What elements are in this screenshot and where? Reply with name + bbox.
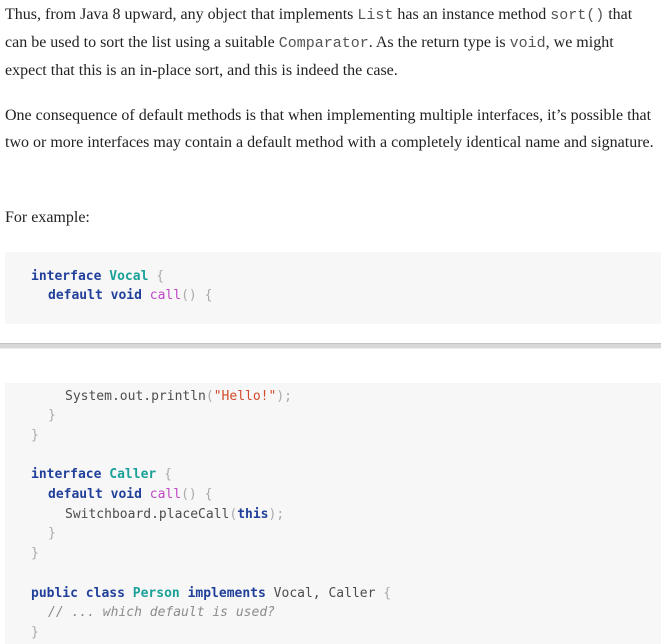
inline-code-void: void bbox=[509, 35, 546, 52]
code-paren: ( bbox=[205, 389, 214, 404]
code-brace: { bbox=[164, 467, 172, 482]
code-function: call bbox=[149, 288, 182, 303]
code-keyword: public bbox=[31, 586, 78, 601]
code-brace: } bbox=[31, 546, 39, 561]
inline-code-comparator: Comparator bbox=[278, 35, 369, 52]
inline-code-list: List bbox=[357, 7, 394, 24]
code-keyword: void bbox=[110, 288, 142, 303]
text-run: Thus, from Java 8 upward, any object tha… bbox=[5, 6, 358, 23]
page-break-separator bbox=[0, 343, 661, 349]
text-run: has an instance method bbox=[393, 6, 551, 23]
code-string: "Hello!" bbox=[213, 389, 277, 404]
code-paren: () bbox=[181, 487, 197, 502]
code-brace: { bbox=[156, 269, 165, 284]
code-brace: { bbox=[204, 288, 213, 303]
code-call: System.out.println bbox=[65, 389, 206, 404]
code-brace: } bbox=[31, 625, 39, 640]
code-keyword: this bbox=[237, 507, 269, 522]
code-line: default void call() { bbox=[48, 486, 212, 504]
text-run: . As the return type is bbox=[368, 34, 510, 51]
code-keyword: implements bbox=[187, 586, 266, 601]
code-line: interface Vocal { bbox=[31, 268, 164, 286]
inline-code-sort: sort() bbox=[550, 7, 605, 24]
code-paren: ); bbox=[276, 389, 292, 404]
code-paren: () bbox=[181, 288, 197, 303]
code-keyword: default bbox=[48, 288, 103, 303]
code-block-bottom: System.out.println("Hello!"); } } interf… bbox=[5, 383, 661, 644]
paragraph-for-example: For example: bbox=[5, 209, 90, 226]
code-comment: // ... which default is used? bbox=[48, 605, 275, 620]
code-line: System.out.println("Hello!"); bbox=[65, 388, 292, 406]
code-paren: ); bbox=[268, 507, 285, 522]
code-brace: } bbox=[31, 428, 39, 443]
code-keyword: default bbox=[48, 487, 103, 502]
code-identifiers: Vocal, Caller bbox=[273, 586, 376, 601]
code-line: interface Caller { bbox=[31, 466, 172, 484]
code-type: Caller bbox=[109, 467, 157, 482]
code-keyword: interface bbox=[31, 269, 102, 284]
code-type: Person bbox=[132, 586, 180, 601]
code-block-top: interface Vocal { default void call() { bbox=[5, 252, 661, 324]
code-call: Switchboard.placeCall bbox=[65, 507, 230, 522]
code-type: Vocal bbox=[109, 269, 149, 284]
paragraph-default-methods: One consequence of default methods is th… bbox=[5, 107, 654, 151]
code-keyword: void bbox=[110, 487, 142, 502]
code-brace: } bbox=[48, 526, 56, 541]
paragraph-sort-method: Thus, from Java 8 upward, any object tha… bbox=[5, 1, 657, 84]
code-brace: { bbox=[204, 487, 213, 502]
code-line: default void call() { bbox=[48, 287, 212, 305]
code-brace: { bbox=[383, 586, 392, 601]
code-brace: } bbox=[48, 408, 56, 423]
code-keyword: class bbox=[85, 586, 125, 601]
code-line: public class Person implements Vocal, Ca… bbox=[31, 585, 391, 603]
code-function: call bbox=[149, 487, 182, 502]
code-keyword: interface bbox=[31, 467, 102, 482]
code-line: Switchboard.placeCall(this); bbox=[65, 506, 284, 524]
